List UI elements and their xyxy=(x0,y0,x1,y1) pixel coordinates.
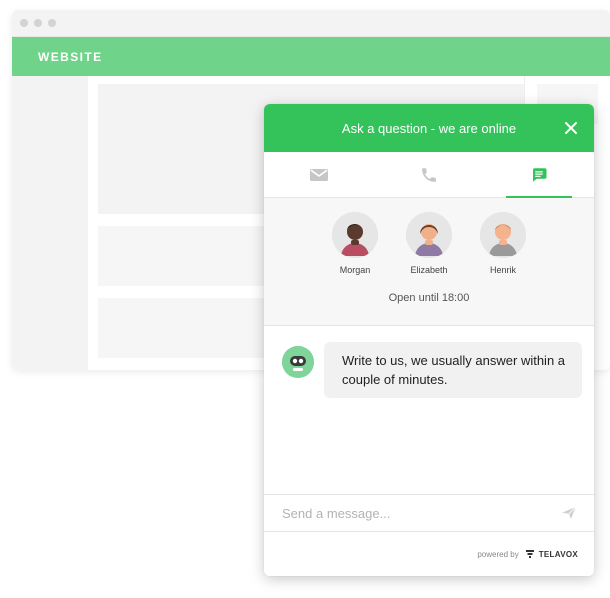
chat-widget: Ask a question - we are online Morgan El… xyxy=(264,104,594,576)
avatar xyxy=(480,212,526,258)
message-input[interactable] xyxy=(280,504,544,522)
agent-row: Morgan Elizabeth Henrik xyxy=(264,212,594,275)
website-header: WEBSITE xyxy=(12,37,610,77)
agent-avatar-image xyxy=(480,212,526,258)
brand-logo: TELAVOX xyxy=(525,549,578,559)
close-icon[interactable] xyxy=(564,121,578,135)
browser-titlebar xyxy=(12,10,610,37)
website-title: WEBSITE xyxy=(38,50,103,64)
agent-morgan: Morgan xyxy=(330,212,380,275)
chat-message-bubble: Write to us, we usually answer within a … xyxy=(324,342,582,398)
chat-icon xyxy=(533,167,547,182)
send-icon-svg xyxy=(562,506,577,519)
agent-name: Henrik xyxy=(489,265,516,275)
agent-avatar-image xyxy=(406,212,452,258)
phone-icon xyxy=(422,167,436,182)
agent-henrik: Henrik xyxy=(478,212,528,275)
open-hours: Open until 18:00 xyxy=(388,292,470,304)
message-list: Write to us, we usually answer within a … xyxy=(264,326,594,496)
agent-name: Morgan xyxy=(339,265,371,275)
message-composer xyxy=(264,494,594,532)
tab-chat[interactable] xyxy=(484,152,594,197)
avatar xyxy=(332,212,378,258)
avatar xyxy=(406,212,452,258)
send-icon[interactable] xyxy=(560,504,578,522)
agent-name: Elizabeth xyxy=(410,265,448,275)
powered-by-text: powered by xyxy=(477,549,519,559)
tab-phone[interactable] xyxy=(374,152,484,197)
tab-email[interactable] xyxy=(264,152,374,197)
bot-avatar-svg xyxy=(282,346,314,378)
agent-avatar-image xyxy=(332,212,378,258)
chat-header: Ask a question - we are online xyxy=(264,104,594,152)
brand-name: TELAVOX xyxy=(538,549,578,559)
agent-elizabeth: Elizabeth xyxy=(404,212,454,275)
window-dot-icon xyxy=(48,19,56,27)
mail-icon xyxy=(310,168,328,181)
chat-title: Ask a question - we are online xyxy=(341,120,517,136)
widget-footer: powered by TELAVOX xyxy=(264,532,594,576)
contact-tabs xyxy=(264,152,594,198)
chat-message-text: Write to us, we usually answer within a … xyxy=(342,353,566,387)
window-dot-icon xyxy=(34,19,42,27)
window-dot-icon xyxy=(20,19,28,27)
telavox-logo-icon xyxy=(525,550,534,558)
bot-avatar-icon xyxy=(282,346,314,378)
close-icon-svg xyxy=(565,122,577,134)
agents-panel: Morgan Elizabeth Henrik Open until 18:00 xyxy=(264,198,594,326)
